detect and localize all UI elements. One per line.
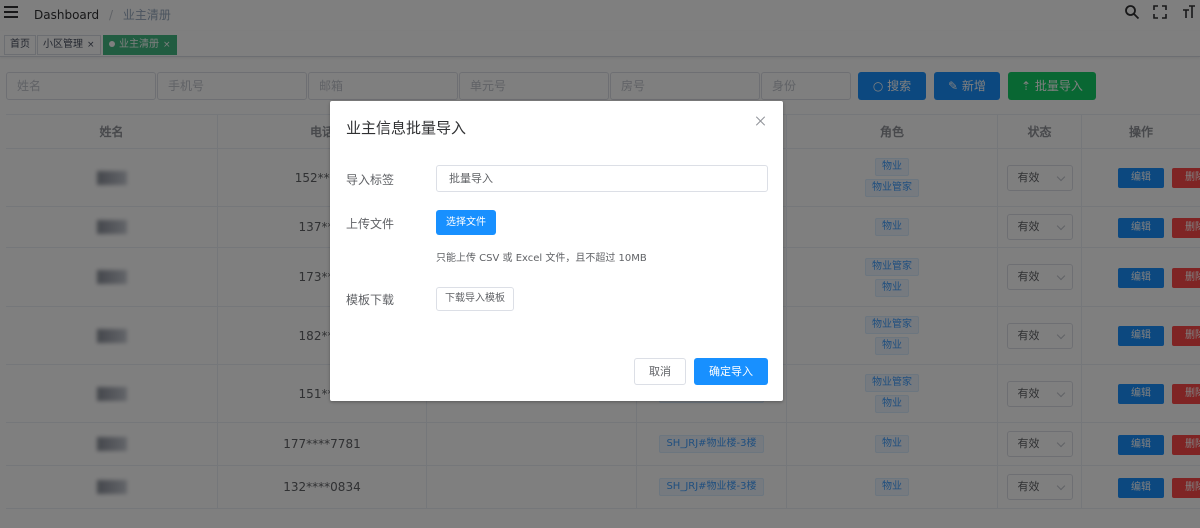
cancel-button[interactable]: 取消 bbox=[634, 358, 686, 385]
import-tag-input[interactable]: 批量导入 bbox=[436, 165, 768, 192]
template-field-label: 模板下载 bbox=[346, 293, 395, 307]
upload-hint: 只能上传 CSV 或 Excel 文件，且不超过 10MB bbox=[436, 253, 647, 264]
dialog-title: 业主信息批量导入 bbox=[346, 119, 467, 137]
upload-field-label: 上传文件 bbox=[346, 217, 395, 231]
confirm-import-button[interactable]: 确定导入 bbox=[694, 358, 768, 385]
close-icon[interactable] bbox=[755, 115, 767, 127]
batch-import-dialog: 业主信息批量导入 导入标签 批量导入 上传文件 选择文件 只能上传 CSV 或 … bbox=[330, 101, 783, 401]
choose-file-button[interactable]: 选择文件 bbox=[436, 210, 496, 235]
tag-field-label: 导入标签 bbox=[346, 173, 395, 187]
download-template-button[interactable]: 下载导入模板 bbox=[436, 287, 514, 311]
